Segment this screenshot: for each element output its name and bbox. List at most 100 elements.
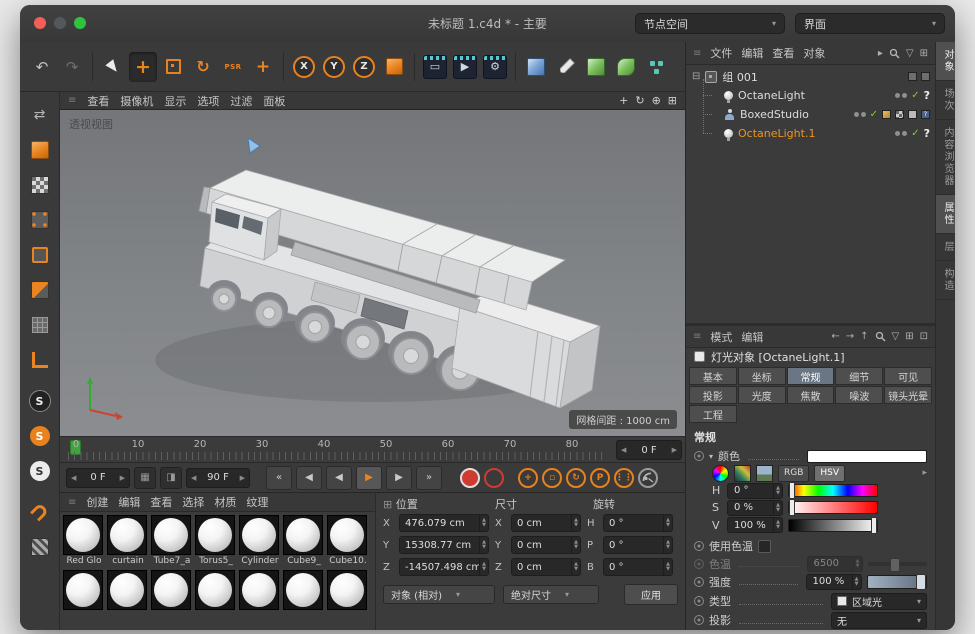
deformer-button[interactable] [612, 52, 640, 82]
am-menu-edit[interactable]: 编辑 [741, 329, 763, 345]
spinner-icon[interactable]: ▲▼ [773, 518, 780, 532]
uv-stripes-button[interactable] [26, 534, 54, 560]
color-preview-swatch[interactable] [807, 450, 927, 463]
tab-caustics[interactable]: 焦散 [787, 386, 835, 404]
tab-coord[interactable]: 坐标 [738, 367, 786, 385]
material-item[interactable] [327, 570, 369, 610]
keyframe-circle-icon[interactable] [694, 596, 704, 606]
goto-end-button[interactable]: » [416, 466, 442, 490]
slider-knob[interactable] [916, 574, 926, 590]
timeline-ruler[interactable]: 0 10 20 30 40 50 60 70 80 90 ◀ 0 F ▶ [60, 436, 685, 462]
size-z-field[interactable]: 0 cm▲▼ [511, 558, 581, 576]
material-menu-edit[interactable]: 编辑 [118, 494, 140, 510]
compositing-tag-icon[interactable] [908, 110, 917, 119]
material-item[interactable]: Cube10. [327, 515, 369, 567]
intensity-slider[interactable] [867, 575, 928, 589]
filter-icon[interactable]: ▽ [906, 48, 914, 59]
live-selection-tool[interactable] [99, 52, 127, 82]
more-arrow-icon[interactable]: ▸ [922, 468, 927, 478]
spinner-icon[interactable]: ▲▼ [479, 515, 486, 531]
picture-icon[interactable] [756, 465, 773, 482]
maximize-view-icon[interactable]: ⊞ [668, 94, 677, 107]
x-axis-lock-button[interactable]: X [290, 52, 318, 82]
om-menu-edit[interactable]: 编辑 [741, 45, 763, 61]
record-keyframe-button[interactable] [460, 468, 480, 488]
am-menu-mode[interactable]: 模式 [710, 329, 732, 345]
zoom-button[interactable] [74, 17, 86, 29]
size-y-field[interactable]: 0 cm▲▼ [511, 536, 581, 554]
interface-dropdown[interactable]: 界面 ▾ [795, 13, 945, 34]
rot-b-field[interactable]: 0 °▲▼ [603, 558, 673, 576]
om-menu-object[interactable]: 对象 [803, 45, 825, 61]
material-menu-texture[interactable]: 纹理 [246, 494, 268, 510]
forward-icon[interactable]: → [846, 331, 854, 342]
hue-field[interactable]: 0 °▲▼ [727, 483, 783, 499]
side-tab-takes[interactable]: 场次 [936, 81, 955, 120]
render-view-button[interactable]: ▭ [421, 52, 449, 82]
layer-square-icon[interactable] [908, 72, 917, 81]
mograph-cloner-button[interactable] [642, 52, 670, 82]
material-item[interactable]: Torus5_ [195, 515, 237, 567]
add-primitive-button[interactable] [522, 52, 550, 82]
hsv-button[interactable]: HSV [814, 465, 845, 482]
use-temperature-checkbox[interactable] [758, 540, 771, 553]
frame-left-arrow-icon[interactable]: ◀ [617, 446, 630, 454]
end-frame-box[interactable]: ◀ 90 F ▶ [186, 468, 250, 488]
spinner-icon[interactable]: ▲▼ [571, 559, 578, 575]
capture-device-button[interactable] [638, 468, 658, 488]
viewport-menu-camera[interactable]: 摄像机 [120, 93, 153, 109]
scale-tool[interactable] [159, 52, 187, 82]
material-item[interactable] [239, 570, 281, 610]
timeline-option-button-1[interactable]: ▦ [134, 467, 156, 489]
visibility-dots[interactable] [854, 112, 866, 117]
move-tool[interactable]: + [129, 52, 157, 82]
coordinate-system-button[interactable] [380, 52, 408, 82]
axis-mode-button[interactable] [26, 347, 54, 373]
material-menu-select[interactable]: 选择 [182, 494, 204, 510]
object-row-octanelight1-selected[interactable]: OctaneLight.1 ✓ ? [686, 124, 935, 143]
side-tab-attributes[interactable]: 属性 [936, 195, 955, 234]
side-tab-structure[interactable]: 构造 [936, 261, 955, 300]
play-button[interactable]: ▶ [356, 466, 382, 490]
model-mode-button[interactable] [26, 137, 54, 163]
viewport-menu-options[interactable]: 选项 [197, 93, 219, 109]
psr-tool[interactable]: PSR [219, 52, 247, 82]
texture-mode-button[interactable] [26, 172, 54, 198]
s-badge-dark-button[interactable]: S [26, 388, 54, 414]
slider-knob[interactable] [890, 558, 900, 572]
close-button[interactable] [34, 17, 46, 29]
value-gradient-slider[interactable] [788, 519, 878, 532]
collapse-icon[interactable]: ⊟ [692, 71, 700, 82]
material-item[interactable]: Red Glo [63, 515, 105, 567]
layer-square-icon[interactable] [921, 72, 930, 81]
spinner-left-icon[interactable]: ◀ [67, 474, 80, 482]
spinner-icon[interactable]: ▲▼ [571, 515, 578, 531]
next-frame-button[interactable]: ▶ [386, 466, 412, 490]
up-icon[interactable]: ↑ [860, 331, 868, 342]
visibility-dots[interactable] [895, 131, 907, 136]
value-field[interactable]: 100 %▲▼ [727, 517, 783, 533]
material-tag-icon[interactable] [882, 110, 891, 119]
octane-tag-icon[interactable]: ? [921, 110, 930, 119]
spinner-icon[interactable]: ▲▼ [773, 484, 780, 498]
enabled-check-icon[interactable]: ✓ [911, 128, 919, 139]
intensity-field[interactable]: 100 %▲▼ [806, 574, 862, 590]
temperature-slider[interactable] [868, 562, 928, 566]
tab-general[interactable]: 常规 [787, 367, 835, 385]
undo-button[interactable]: ↶ [28, 52, 56, 82]
rgb-button[interactable]: RGB [778, 465, 809, 482]
tab-noise[interactable]: 噪波 [835, 386, 883, 404]
tab-shadow[interactable]: 投影 [689, 386, 737, 404]
tab-lens-flare[interactable]: 镜头光晕 [884, 386, 932, 404]
material-item[interactable]: Tube7_a [151, 515, 193, 567]
pen-spline-button[interactable] [552, 52, 580, 82]
s-badge-light-button[interactable]: S [26, 458, 54, 484]
material-item[interactable] [107, 570, 149, 610]
size-mode-dropdown[interactable]: 绝对尺寸▾ [503, 585, 599, 604]
points-mode-button[interactable] [26, 207, 54, 233]
minimize-button[interactable] [54, 17, 66, 29]
spinner-right-icon[interactable]: ▶ [236, 474, 249, 482]
subdivision-surface-button[interactable] [582, 52, 610, 82]
slider-handle[interactable] [871, 517, 877, 534]
side-tab-layers[interactable]: 层 [936, 234, 955, 261]
